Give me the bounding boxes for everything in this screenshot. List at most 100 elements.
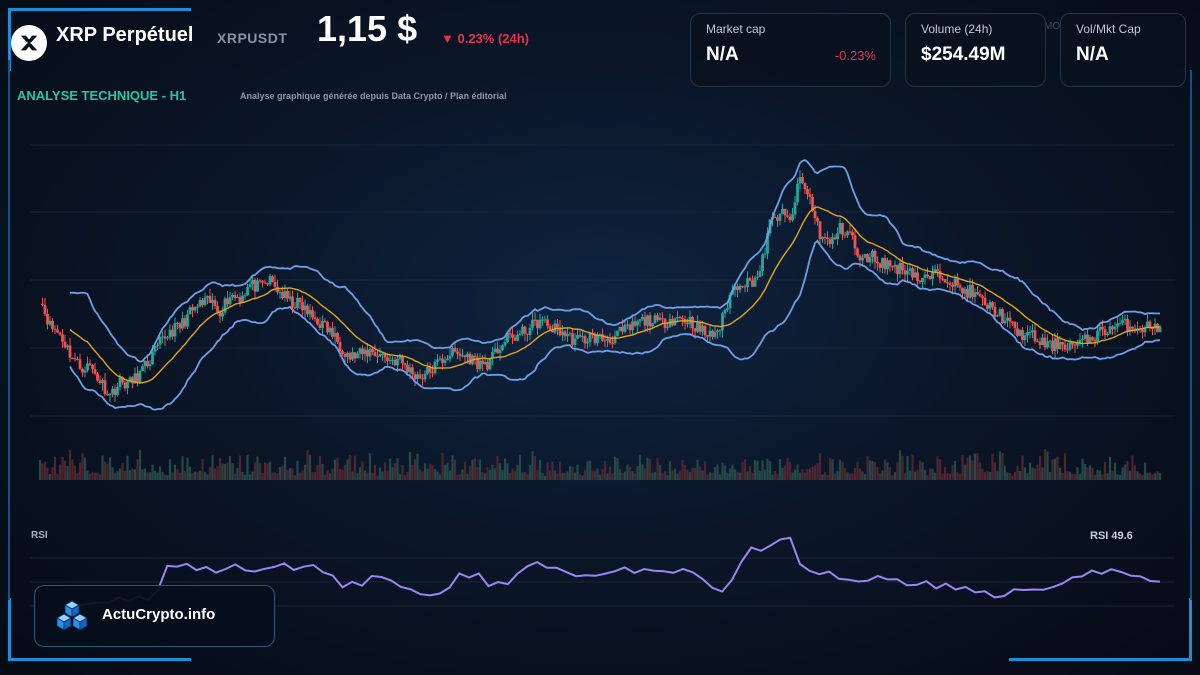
volume-bar <box>758 471 762 480</box>
candle <box>76 358 79 360</box>
volume-bar <box>268 461 272 480</box>
candle <box>758 271 762 277</box>
volume-bar <box>783 465 787 480</box>
candle <box>716 330 719 333</box>
volume-bar <box>1153 473 1157 480</box>
candle <box>1066 349 1069 351</box>
volume-bar <box>548 470 552 480</box>
volume-bar <box>696 459 699 480</box>
candle <box>956 278 959 286</box>
candle <box>458 353 462 356</box>
candle <box>991 302 994 308</box>
volume-bar <box>821 474 824 480</box>
volume-bar <box>428 463 432 480</box>
volume-bar <box>353 455 357 480</box>
candle <box>478 360 482 370</box>
candle <box>413 374 417 380</box>
volume-bar <box>736 471 739 480</box>
candle <box>973 292 977 298</box>
candle <box>1003 320 1007 324</box>
candle <box>206 295 209 298</box>
candle <box>751 280 754 287</box>
candle <box>536 319 539 329</box>
candle <box>156 344 159 346</box>
candle <box>996 315 999 317</box>
volume-bar <box>133 469 137 480</box>
candle <box>913 272 917 278</box>
volume-bar <box>481 472 484 480</box>
volume-bar <box>1108 457 1112 480</box>
candle <box>118 377 122 388</box>
volume-bar <box>341 469 344 480</box>
volume-bar <box>381 471 384 480</box>
candle <box>176 322 179 324</box>
volume-bar <box>773 470 777 480</box>
candle <box>191 307 194 311</box>
candle <box>181 318 184 329</box>
candle <box>786 215 789 217</box>
candle <box>718 330 722 332</box>
volume-bar <box>101 455 104 480</box>
volume-bar <box>948 473 952 480</box>
candle <box>366 349 369 357</box>
volume-bar <box>58 464 62 480</box>
volume-bar <box>273 472 277 480</box>
candle <box>141 366 144 372</box>
candle <box>168 329 172 338</box>
candle <box>426 366 429 374</box>
candle <box>303 305 307 311</box>
volume-bar <box>886 462 889 480</box>
volume-bar <box>321 464 324 480</box>
candle <box>843 234 847 236</box>
volume-bar <box>791 472 794 480</box>
volume-bar <box>738 472 742 480</box>
volume-bar <box>648 459 652 480</box>
candle <box>961 287 964 294</box>
volume-bar <box>686 469 689 480</box>
volume-bar <box>156 472 159 480</box>
candle <box>493 348 497 352</box>
volume-bar <box>121 463 124 480</box>
volume-bar <box>578 474 582 480</box>
candle <box>726 308 729 310</box>
candle <box>526 333 529 335</box>
volume-bar <box>561 473 564 480</box>
volume-bar <box>553 470 557 480</box>
candle <box>381 353 384 355</box>
candle <box>1101 326 1104 330</box>
volume-bar <box>873 462 877 480</box>
candle <box>1058 342 1062 350</box>
candle <box>951 284 954 287</box>
candle <box>986 305 989 309</box>
candle <box>513 337 517 341</box>
volume-bar <box>473 458 477 480</box>
volume-bar <box>108 457 112 480</box>
volume-bar <box>863 474 867 480</box>
volume-bar <box>276 473 279 480</box>
volume-bar <box>361 461 364 480</box>
candle <box>968 284 972 298</box>
price-change-24h: ▼ 0.23% (24h) <box>441 31 530 46</box>
volume-bar <box>1118 474 1122 480</box>
candle <box>646 315 649 326</box>
candle <box>91 365 94 370</box>
volume-bar <box>378 467 382 480</box>
volume-bar <box>98 474 102 480</box>
candle <box>943 279 947 283</box>
candle <box>323 320 327 323</box>
volume-bar <box>838 459 842 480</box>
candle <box>931 272 934 279</box>
volume-bar <box>703 461 707 480</box>
volume-bar <box>1096 469 1099 480</box>
candle <box>708 330 712 337</box>
volume-bar <box>928 468 932 480</box>
candle <box>538 319 542 329</box>
candle <box>273 281 277 287</box>
volume-bar <box>336 457 339 480</box>
volume-bar <box>176 469 179 480</box>
candle <box>348 353 352 360</box>
candle <box>966 289 969 298</box>
brand-badge[interactable]: ActuCrypto.info <box>34 585 275 647</box>
candle <box>398 356 402 359</box>
volume-bar <box>391 467 394 480</box>
